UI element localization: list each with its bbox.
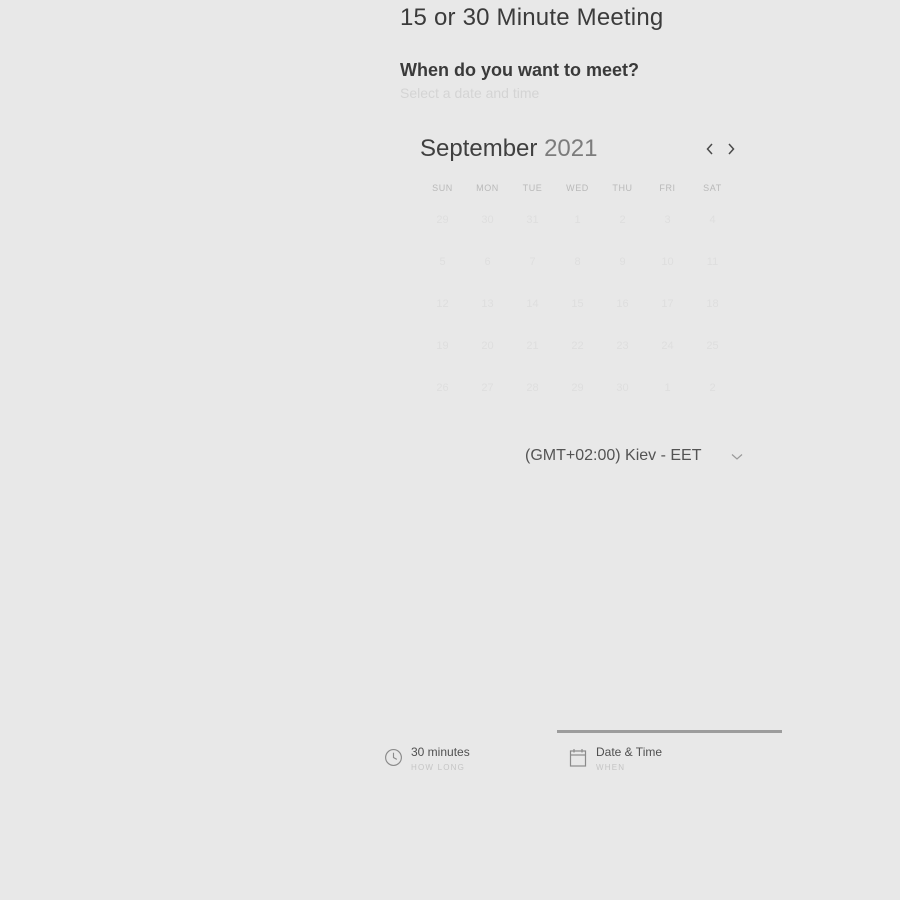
step-duration[interactable]: 30 minutes HOW LONG [384,742,534,782]
step-duration-subtitle: HOW LONG [411,763,466,772]
weekday-header-row: SUN MON TUE WED THU FRI SAT [420,183,735,193]
calendar-day: 23 [616,340,629,352]
chevron-right-icon [728,143,735,155]
calendar-day: 25 [706,340,719,352]
weekday-label: THU [612,183,633,193]
step-next[interactable] [796,742,886,782]
calendar-day: 20 [481,340,494,352]
calendar-day: 29 [436,214,449,226]
weekday-label: SUN [432,183,453,193]
calendar-day: 7 [529,256,536,268]
calendar-day: 6 [484,256,491,268]
calendar-day: 2 [619,214,626,226]
weekday-label: WED [566,183,589,193]
calendar-day: 18 [706,298,719,310]
calendar-day: 16 [616,298,629,310]
step-date-time-subtitle: WHEN [596,763,626,772]
timezone-value: (GMT+02:00) Kiev - EET [525,447,702,464]
weekday-label: MON [476,183,499,193]
calendar-day: 1 [574,214,581,226]
date-question: When do you want to meet? [400,60,639,80]
next-month-button[interactable] [722,137,740,161]
calendar-day: 14 [526,298,539,310]
calendar-day: 28 [526,382,539,394]
calendar-day: 19 [436,340,449,352]
calendar-day: 5 [439,256,446,268]
weekday-label: SAT [703,183,722,193]
meeting-title: 15 or 30 Minute Meeting [400,4,664,31]
calendar-year: 2021 [544,135,598,162]
scheduler-page: 15 or 30 Minute Meeting When do you want… [0,0,900,900]
calendar-day: 30 [481,214,494,226]
calendar-day: 2 [709,382,716,394]
booking-steps: 30 minutes HOW LONG Date & Time WHEN [376,730,886,790]
weekday-label: FRI [659,183,676,193]
calendar-day: 22 [571,340,584,352]
calendar: September 2021 SUN MON TUE WED THU FRI S… [420,135,745,394]
calendar-day: 13 [481,298,494,310]
calendar-day: 29 [571,382,584,394]
calendar-day: 24 [661,340,674,352]
calendar-day: 31 [526,214,539,226]
previous-month-button[interactable] [701,137,719,161]
calendar-icon [569,749,587,767]
calendar-day: 12 [436,298,449,310]
calendar-month-year: September 2021 [420,135,597,163]
calendar-day: 10 [661,256,674,268]
calendar-day: 8 [574,256,581,268]
calendar-day: 21 [526,340,539,352]
calendar-day: 30 [616,382,629,394]
timezone-select[interactable]: (GMT+02:00) Kiev - EET [522,447,748,471]
clock-icon [385,749,402,766]
calendar-day: 11 [706,256,719,268]
calendar-day: 9 [619,256,626,268]
calendar-header: September 2021 [420,135,745,169]
step-date-time[interactable]: Date & Time WHEN [569,742,739,782]
calendar-day: 26 [436,382,449,394]
calendar-day-grid: 29 30 31 1 2 3 4 5 6 7 8 9 10 11 12 13 1… [420,208,735,418]
chevron-left-icon [706,143,713,155]
calendar-day: 17 [661,298,674,310]
weekday-label: TUE [522,183,543,193]
step-date-time-title: Date & Time [596,745,663,759]
calendar-day: 27 [481,382,494,394]
step-duration-title: 30 minutes [411,745,470,759]
calendar-day: 15 [571,298,584,310]
step-progress-indicator [557,730,782,733]
calendar-day: 4 [709,214,716,226]
date-question-hint: Select a date and time [400,85,540,101]
calendar-month: September [420,135,538,162]
calendar-day: 1 [664,382,671,394]
calendar-day: 3 [664,214,671,226]
chevron-down-icon [731,454,743,460]
